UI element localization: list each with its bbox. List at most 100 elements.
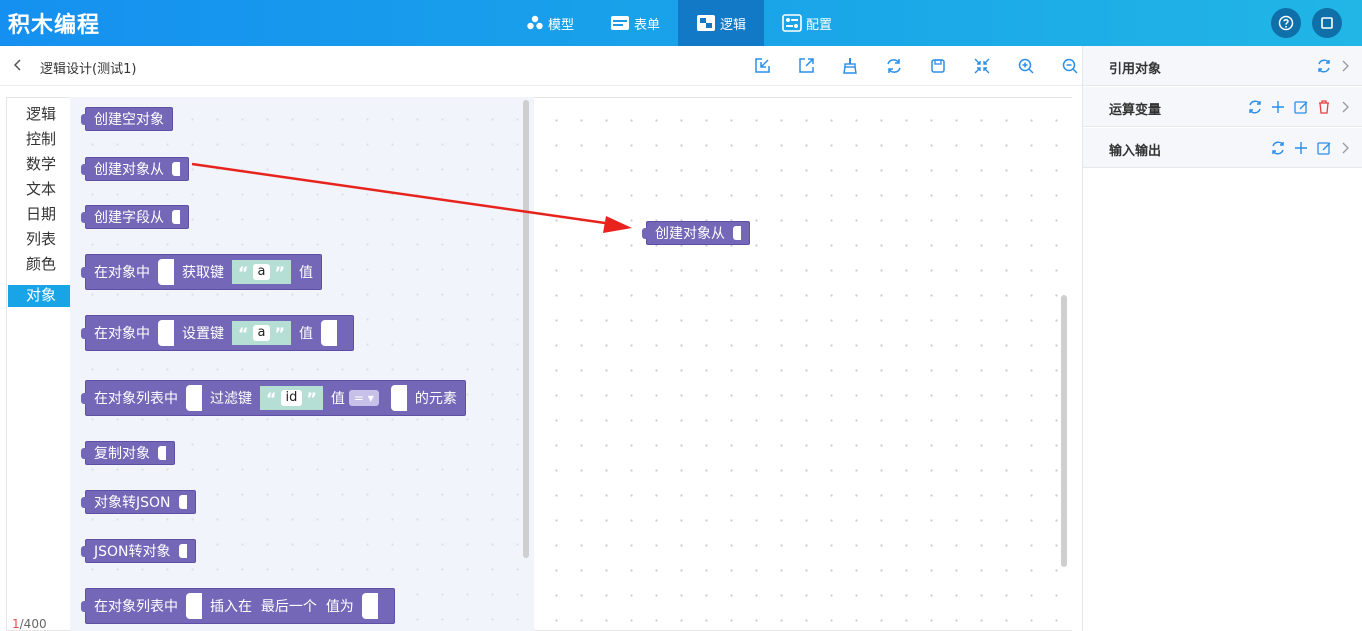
nav-tab-label: 模型 — [548, 17, 575, 33]
panel-row-label: 运算变量 — [1109, 103, 1162, 118]
value-input-slot[interactable] — [361, 593, 378, 619]
quote-open-icon: “ — [238, 262, 249, 282]
chevron-right-icon[interactable] — [1339, 141, 1351, 155]
zoom-in-button[interactable] — [1004, 57, 1048, 77]
brush-icon — [843, 58, 857, 74]
refresh-button[interactable] — [872, 57, 916, 77]
block-create-object-from[interactable]: 创建对象从 — [81, 157, 189, 181]
category-color[interactable]: 颜色 — [8, 253, 70, 278]
block-copy-object[interactable]: 复制对象 — [81, 441, 175, 465]
position-dropdown[interactable]: 最后一个 — [261, 596, 317, 616]
block-label: JSON转对象 — [94, 544, 171, 560]
panel-row-label: 输入输出 — [1109, 144, 1162, 159]
back-chevron-icon[interactable] — [12, 58, 24, 72]
object-input-slot[interactable] — [158, 320, 174, 346]
export-button[interactable] — [784, 57, 828, 77]
block-insert-list[interactable]: 在对象列表中 插入在 最后一个 值为 — [81, 588, 395, 624]
help-button[interactable] — [1271, 8, 1301, 38]
block-label: 设置键 — [182, 326, 224, 342]
input-notch — [733, 226, 741, 240]
edit-icon[interactable] — [1293, 99, 1309, 115]
block-label: 创建对象从 — [655, 226, 725, 242]
nav-tab-form[interactable]: 表单 — [592, 0, 678, 46]
category-text[interactable]: 文本 — [8, 178, 70, 203]
canvas-block-create-object-from[interactable]: 创建对象从 — [642, 221, 750, 245]
cubes-icon — [527, 15, 543, 30]
refresh-icon[interactable] — [1316, 58, 1332, 74]
block-label: 创建空对象 — [94, 112, 164, 128]
category-object[interactable]: 对象 — [8, 285, 70, 307]
string-field[interactable]: “id” — [260, 386, 323, 410]
category-list[interactable]: 列表 — [8, 228, 70, 253]
block-filter-list[interactable]: 在对象列表中 过滤键 “id” 值 = ▾ 的元素 — [81, 380, 466, 416]
zoom-in-icon — [1018, 58, 1034, 74]
import-button[interactable] — [740, 57, 784, 77]
plus-icon[interactable] — [1270, 99, 1286, 115]
toolbar-actions — [740, 57, 1092, 77]
block-label: 创建对象从 — [94, 162, 164, 178]
key-value[interactable]: a — [252, 325, 271, 341]
category-math[interactable]: 数学 — [8, 153, 70, 178]
save-button[interactable] — [916, 57, 960, 77]
operator-dropdown[interactable]: = ▾ — [348, 390, 379, 406]
refresh-icon[interactable] — [1247, 99, 1263, 115]
form-icon — [611, 16, 630, 30]
canvas-grid — [534, 98, 1064, 631]
nav-tab-logic[interactable]: 逻辑 — [678, 0, 765, 46]
quote-close-icon: ” — [306, 388, 317, 408]
object-input-slot[interactable] — [158, 259, 174, 285]
block-get-key[interactable]: 在对象中 获取键 “a” 值 — [81, 254, 322, 290]
block-label: 在对象列表中 — [94, 599, 178, 615]
key-value[interactable]: a — [252, 264, 271, 280]
canvas-scrollbar[interactable] — [1061, 295, 1067, 567]
block-label: 复制对象 — [94, 446, 150, 462]
nav-tab-config[interactable]: 配置 — [764, 0, 850, 46]
string-field[interactable]: “a” — [232, 321, 291, 345]
key-value[interactable]: id — [280, 390, 303, 406]
category-control[interactable]: 控制 — [8, 128, 70, 153]
input-notch — [178, 544, 187, 558]
puzzle-icon — [697, 15, 716, 31]
block-create-empty-object[interactable]: 创建空对象 — [81, 107, 173, 131]
chevron-right-icon[interactable] — [1339, 59, 1351, 73]
panel-row-variables[interactable]: 运算变量 — [1083, 87, 1362, 127]
block-label: 创建字段从 — [94, 210, 164, 226]
block-object-to-json[interactable]: 对象转JSON — [81, 490, 196, 514]
editor-toolbar: 逻辑设计(测试1) — [0, 46, 1082, 86]
block-label: 值 — [299, 265, 313, 281]
edit-icon[interactable] — [1316, 140, 1332, 156]
page-title: 逻辑设计(测试1) — [40, 62, 137, 77]
counter-total: /400 — [19, 617, 47, 631]
chevron-right-icon[interactable] — [1339, 100, 1351, 114]
nav-tab-model[interactable]: 模型 — [508, 0, 592, 46]
block-json-to-object[interactable]: JSON转对象 — [81, 539, 196, 563]
list-input-slot[interactable] — [186, 385, 202, 411]
plus-icon[interactable] — [1293, 140, 1309, 156]
clean-button[interactable] — [828, 57, 872, 77]
block-label: 值为 — [325, 599, 354, 615]
trash-icon[interactable] — [1316, 99, 1332, 115]
value-input-slot[interactable] — [390, 385, 407, 411]
quote-open-icon: “ — [238, 323, 249, 343]
panel-row-referenced-objects[interactable]: 引用对象 — [1083, 46, 1362, 86]
fullscreen-button[interactable] — [1312, 8, 1342, 38]
block-label: 的元素 — [414, 391, 457, 407]
category-date[interactable]: 日期 — [8, 203, 70, 228]
block-set-key[interactable]: 在对象中 设置键 “a” 值 — [81, 315, 354, 351]
block-label: 插入在 — [210, 599, 252, 615]
center-button[interactable] — [960, 57, 1004, 77]
block-label: 获取键 — [182, 265, 224, 281]
input-notch — [158, 446, 166, 460]
flyout-scrollbar[interactable] — [523, 100, 529, 558]
value-input-slot[interactable] — [321, 320, 337, 346]
panel-row-io[interactable]: 输入输出 — [1083, 128, 1362, 168]
block-label: 值 — [330, 391, 345, 407]
header-bar: 积木编程 模型 表单 逻辑 配置 — [0, 0, 1362, 46]
quote-close-icon: ” — [274, 323, 285, 343]
refresh-icon[interactable] — [1270, 140, 1286, 156]
category-logic[interactable]: 逻辑 — [8, 103, 70, 128]
help-icon — [1278, 15, 1294, 31]
string-field[interactable]: “a” — [232, 260, 291, 284]
list-input-slot[interactable] — [186, 593, 202, 619]
block-create-field-from[interactable]: 创建字段从 — [81, 205, 189, 229]
